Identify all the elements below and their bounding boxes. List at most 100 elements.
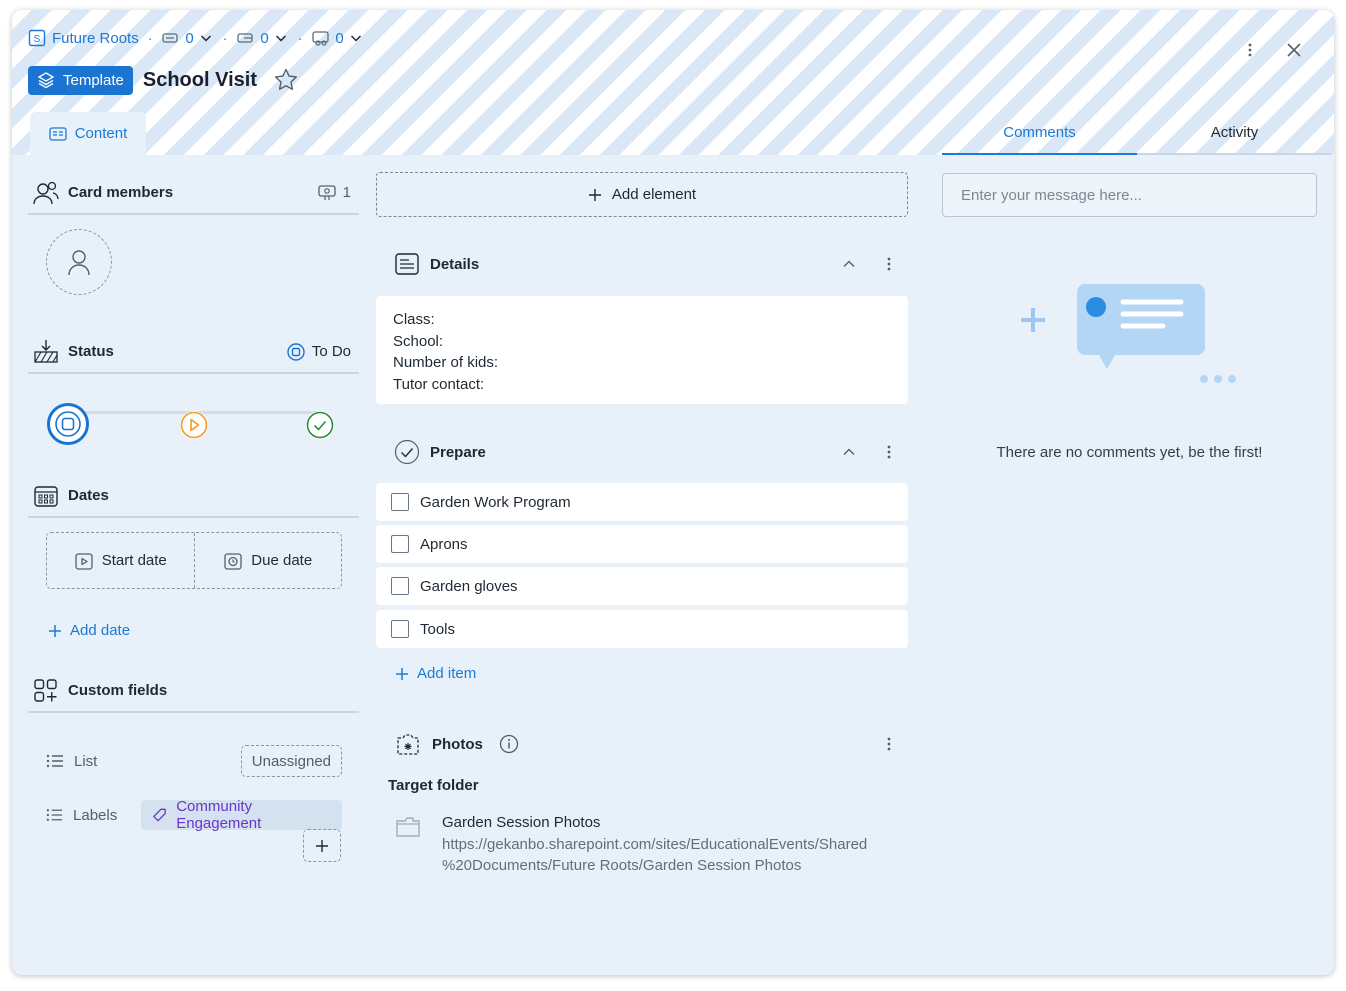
checklist-item[interactable]: Tools [376, 610, 908, 648]
info-icon[interactable] [499, 734, 519, 754]
check-circle-icon [306, 411, 334, 439]
status-current[interactable]: To Do [286, 342, 359, 362]
status-label: Status [68, 343, 114, 360]
chevron-down-icon [275, 35, 286, 42]
photos-label: Photos [432, 735, 483, 753]
workspace-icon: S [28, 29, 46, 47]
details-label: Details [430, 255, 480, 273]
custom-fields-header: Custom fields [28, 670, 359, 713]
list-icon [46, 809, 63, 821]
counter-2[interactable]: 0 [236, 30, 288, 47]
comment-input[interactable]: Enter your message here... [942, 173, 1317, 217]
status-done-node[interactable] [306, 411, 334, 439]
members-icon [33, 181, 59, 204]
breadcrumb: S Future Roots · 0 · 0 · 0 [28, 27, 364, 49]
checklist-item[interactable]: Garden Work Program [376, 483, 908, 521]
add-member-avatar[interactable] [46, 229, 112, 295]
watchers-icon [318, 184, 336, 200]
todo-icon [55, 411, 81, 437]
counter-3[interactable]: 0 [311, 30, 363, 47]
list-value-chip[interactable]: Unassigned [240, 745, 342, 777]
start-date-button[interactable]: Start date [47, 533, 195, 588]
chevron-up-icon[interactable] [842, 447, 856, 457]
checkbox[interactable] [391, 620, 409, 638]
add-date-button[interactable]: Add date [48, 622, 130, 639]
details-content[interactable]: Class: School: Number of kids: Tutor con… [376, 296, 908, 404]
prepare-label: Prepare [430, 443, 486, 461]
check-circle-icon [394, 439, 420, 465]
status-in-progress-node[interactable] [180, 411, 208, 439]
tab-content[interactable]: Content [30, 112, 146, 155]
close-button[interactable] [1282, 38, 1306, 62]
due-date-button[interactable]: Due date [195, 533, 342, 588]
custom-fields-icon [34, 678, 57, 702]
members-count-value: 1 [342, 184, 351, 201]
checkbox[interactable] [391, 577, 409, 595]
more-vertical-icon [1248, 43, 1252, 57]
tab-comments[interactable]: Comments [942, 112, 1137, 155]
content-icon [49, 126, 67, 141]
members-count[interactable]: 1 [317, 184, 359, 202]
card-dialog: S Future Roots · 0 · 0 · 0 Template Scho… [12, 10, 1334, 975]
card-header: S Future Roots · 0 · 0 · 0 Template Scho… [12, 10, 1334, 155]
card-members-label: Card members [68, 184, 174, 201]
counter-2-value: 0 [260, 29, 269, 47]
more-vertical-icon[interactable] [886, 256, 892, 272]
target-folder-label: Target folder [388, 777, 479, 794]
plus-icon [588, 188, 601, 201]
checkbox[interactable] [391, 535, 409, 553]
add-item-button[interactable]: Add item [395, 665, 476, 682]
title-row: Template School Visit [28, 65, 299, 95]
no-comments-illustration [1021, 284, 1236, 383]
chevron-down-icon [350, 35, 361, 42]
add-date-label: Add date [70, 622, 131, 639]
star-icon[interactable] [273, 67, 299, 93]
date-box: Start date Due date [46, 532, 342, 589]
tab-activity[interactable]: Activity [1137, 112, 1332, 153]
tab-content-label: Content [74, 125, 128, 142]
label-chip[interactable]: Community Engagement [141, 798, 342, 832]
more-vertical-icon[interactable] [886, 444, 892, 460]
checklist-item[interactable]: Garden gloves [376, 567, 908, 605]
start-date-label: Start date [101, 552, 167, 569]
template-badge[interactable]: Template [28, 65, 133, 95]
prepare-header: Prepare [376, 432, 908, 472]
folder-icon [396, 817, 420, 837]
todo-icon [287, 342, 305, 361]
separator: · [147, 30, 153, 46]
workspace-link[interactable]: Future Roots [52, 30, 139, 47]
checkbox[interactable] [391, 493, 409, 511]
target-folder[interactable]: Garden Session Photos https://gekanbo.sh… [394, 812, 902, 877]
counter-1[interactable]: 0 [161, 30, 213, 47]
counter-3-value: 0 [335, 29, 344, 47]
chevron-up-icon[interactable] [842, 259, 856, 269]
add-element-label: Add element [611, 186, 697, 203]
more-options-button[interactable] [1238, 38, 1262, 62]
add-element-button[interactable]: Add element [376, 172, 908, 217]
status-icon [34, 339, 58, 363]
card-members-header: Card members 1 [28, 172, 359, 215]
card-title[interactable]: School Visit [143, 69, 257, 92]
start-date-icon [75, 552, 93, 570]
more-vertical-icon[interactable] [886, 736, 892, 752]
details-line: Number of kids: [393, 354, 499, 371]
plus-icon [396, 667, 408, 680]
template-label: Template [63, 71, 124, 89]
details-line: Tutor contact: [393, 375, 485, 393]
photos-header: Photos [376, 724, 908, 764]
custom-field-labels: Labels Community Engagement [46, 798, 342, 832]
custom-fields-label: Custom fields [68, 682, 168, 699]
custom-field-list-label: List [74, 752, 98, 770]
add-label-button[interactable] [303, 829, 341, 862]
play-icon [180, 411, 208, 439]
no-comments-text: There are no comments yet, be the first! [996, 444, 1263, 461]
tag-icon [153, 808, 167, 822]
right-tabs: Comments Activity [942, 112, 1332, 155]
close-icon [1287, 43, 1301, 57]
checklist-item[interactable]: Aprons [376, 525, 908, 563]
details-line: School: [393, 332, 444, 350]
card-link-icon [237, 33, 254, 43]
label-chip-text: Community Engagement [176, 798, 262, 832]
add-item-label: Add item [417, 665, 477, 682]
status-todo-node[interactable] [47, 403, 89, 445]
